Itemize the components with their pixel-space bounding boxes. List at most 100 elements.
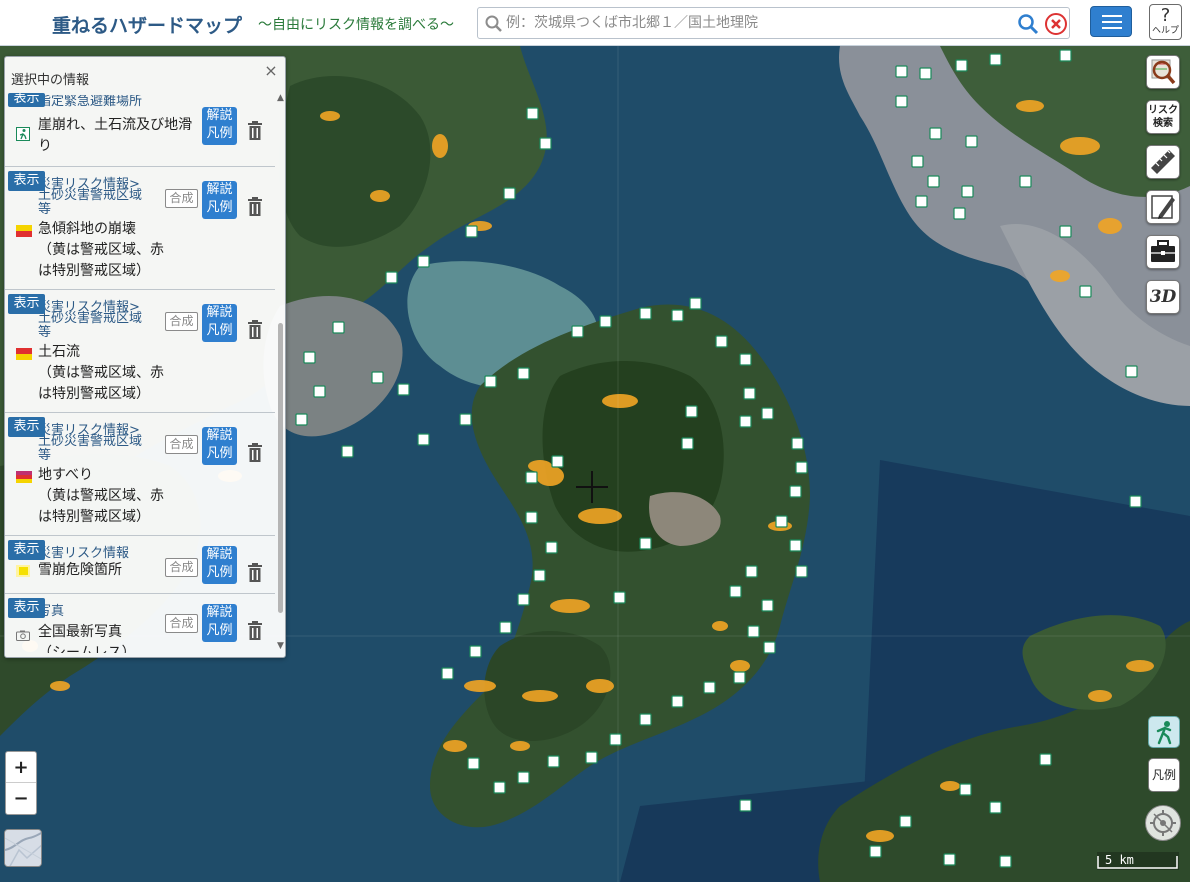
trash-icon[interactable] [246, 563, 264, 583]
hanrei-label: 凡例 [206, 623, 233, 638]
menu-button[interactable] [1090, 6, 1132, 37]
layer-item: 表示 災害リスク情報> 土砂災害警戒区域等 地すべり （黄は警戒区域、赤は特別警… [5, 413, 275, 536]
zoom-in-button[interactable]: + [6, 752, 36, 783]
legend-button[interactable]: 凡例 [1148, 758, 1180, 792]
help-label: ヘルプ [1151, 26, 1179, 36]
layer-category: 指定緊急避難場所 [38, 95, 143, 107]
kaisetsu-button[interactable]: 解説 凡例 [202, 107, 237, 145]
layer-name: 土石流 [38, 344, 80, 360]
hanrei-label: 凡例 [206, 200, 233, 215]
scroll-down-icon[interactable]: ▼ [275, 641, 285, 653]
show-button[interactable]: 表示 [8, 294, 45, 314]
layer-note: （黄は警戒区域、赤は特別警戒区域） [38, 242, 164, 279]
clear-icon[interactable] [1043, 11, 1069, 37]
show-button[interactable]: 表示 [8, 93, 45, 107]
trash-icon[interactable] [246, 443, 264, 463]
layer-note: （シームレス） [38, 645, 136, 653]
layer-note: （黄は警戒区域、赤は特別警戒区域） [38, 365, 164, 402]
layer-name: 雪崩危険箇所 [38, 562, 122, 578]
show-button[interactable]: 表示 [8, 598, 45, 618]
layer-subcategory: 土砂災害警戒区域等 [38, 188, 143, 217]
zoom-control: + − [5, 751, 37, 815]
draw-tool-button[interactable] [1146, 190, 1180, 224]
trash-icon[interactable] [246, 121, 264, 141]
kaisetsu-button[interactable]: 解説 凡例 [202, 304, 237, 342]
gosei-button[interactable]: 合成 [165, 614, 198, 633]
layer-note: （黄は警戒区域、赤は特別警戒区域） [38, 488, 164, 525]
help-icon: ? [1160, 5, 1171, 26]
help-button[interactable]: ? ヘルプ [1149, 4, 1182, 40]
evacuation-layer-button[interactable] [1148, 716, 1180, 748]
kaisetsu-label: 解説 [206, 108, 233, 123]
layer-item: 表示 災害リスク情報 雪崩危険箇所 合成 解説 凡例 [5, 536, 275, 594]
scroll-up-icon[interactable]: ▲ [275, 93, 285, 105]
layer-name: 崖崩れ、土石流及び地滑り [38, 117, 193, 154]
map-magnifier-icon [1151, 59, 1176, 85]
kaisetsu-label: 解説 [206, 605, 233, 620]
gosei-button[interactable]: 合成 [165, 189, 198, 208]
measure-tool-button[interactable] [1146, 145, 1180, 179]
risk-search-button[interactable]: リスク 検索 [1146, 100, 1180, 134]
panel-title: 選択中の情報 [11, 73, 90, 88]
gosei-button[interactable]: 合成 [165, 435, 198, 454]
trash-icon[interactable] [246, 320, 264, 340]
show-button[interactable]: 表示 [8, 171, 45, 191]
layer-name: 地すべり [38, 467, 94, 483]
trash-icon[interactable] [246, 621, 264, 641]
evacuation-site-icon [1156, 721, 1172, 745]
risk-search-line1: リスク [1148, 105, 1178, 116]
show-button[interactable]: 表示 [8, 540, 45, 560]
hamburger-icon [1102, 15, 1122, 17]
kaisetsu-button[interactable]: 解説 凡例 [202, 181, 237, 219]
yellow-red-swatch-icon [16, 471, 32, 483]
gosei-button[interactable]: 合成 [165, 312, 198, 331]
three-d-button[interactable]: 3D [1146, 280, 1180, 314]
zoom-out-button[interactable]: − [6, 783, 36, 814]
hanrei-label: 凡例 [206, 126, 233, 141]
evacuation-site-icon [16, 127, 30, 141]
toolbox-icon [1151, 240, 1175, 262]
map-search-tool-button[interactable] [1146, 55, 1180, 89]
hanrei-label: 凡例 [206, 323, 233, 338]
close-icon[interactable]: × [262, 61, 280, 80]
app-subtitle: ～自由にリスク情報を調べる～ [258, 17, 454, 33]
camera-icon [16, 630, 30, 641]
panel-scrollbar[interactable]: ▲ ▼ [275, 93, 285, 657]
kaisetsu-label: 解説 [206, 428, 233, 443]
layer-item: 表示 災害リスク情報> 土砂災害警戒区域等 急傾斜地の崩壊 （黄は警戒区域、赤は… [5, 167, 275, 290]
kaisetsu-button[interactable]: 解説 凡例 [202, 604, 237, 642]
app-header: 重ねるハザードマップ ～自由にリスク情報を調べる～ ? ヘルプ [0, 0, 1190, 46]
kaisetsu-label: 解説 [206, 305, 233, 320]
toolbox-button[interactable] [1146, 235, 1180, 269]
gps-button[interactable] [1145, 805, 1181, 841]
kaisetsu-button[interactable]: 解説 凡例 [202, 546, 237, 584]
ruler-icon [1151, 150, 1175, 174]
scale-bar: 5 km [1097, 852, 1179, 870]
layer-item: 表示 写真 全国最新写真 （シームレス） 合成 解説 凡例 [5, 594, 275, 657]
kaisetsu-button[interactable]: 解説 凡例 [202, 427, 237, 465]
basemap-thumbnail-icon [5, 830, 41, 866]
risk-search-label: リスク 検索 [1147, 101, 1179, 130]
layer-item: 表示 災害リスク情報> 土砂災害警戒区域等 土石流 （黄は警戒区域、赤は特別警戒… [5, 290, 275, 413]
gosei-button[interactable]: 合成 [165, 558, 198, 577]
scale-label: 5 km [1105, 853, 1134, 867]
kaisetsu-label: 解説 [206, 547, 233, 562]
trash-icon[interactable] [246, 197, 264, 217]
show-button[interactable]: 表示 [8, 417, 45, 437]
app-title[interactable]: 重ねるハザードマップ [52, 11, 242, 38]
scroll-thumb[interactable] [278, 323, 283, 613]
layer-name: 急傾斜地の崩壊 [38, 221, 136, 237]
hanrei-label: 凡例 [206, 565, 233, 580]
basemap-switcher[interactable] [4, 829, 42, 867]
yellow-red-swatch-icon [16, 225, 32, 237]
selected-info-panel: 選択中の情報 × 表示 指定緊急避難場所 崖崩れ、土石流及び地滑り 解説 凡例 [4, 56, 286, 658]
layer-item: 表示 指定緊急避難場所 崖崩れ、土石流及び地滑り 解説 凡例 [5, 93, 275, 167]
yellow-swatch-icon [16, 565, 30, 577]
search-input[interactable] [506, 11, 1006, 35]
risk-search-line2: 検索 [1153, 118, 1173, 129]
layer-subcategory: 土砂災害警戒区域等 [38, 311, 143, 340]
search-button-icon[interactable] [1015, 11, 1041, 37]
layer-list[interactable]: 表示 指定緊急避難場所 崖崩れ、土石流及び地滑り 解説 凡例 表示 災害リスク情… [5, 93, 275, 657]
search-box [477, 7, 1070, 39]
layer-category: 災害リスク情報 [38, 546, 130, 561]
